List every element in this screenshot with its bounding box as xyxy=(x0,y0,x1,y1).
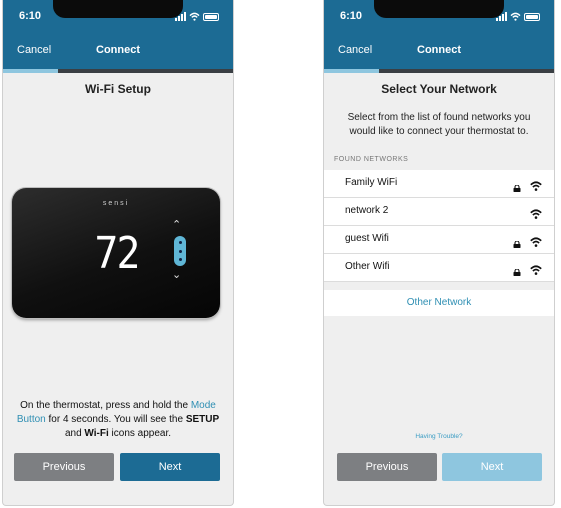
signal-icon xyxy=(175,12,186,21)
network-row[interactable]: Other Wifi xyxy=(324,254,554,282)
page-title: Select Your Network xyxy=(381,82,497,96)
select-network-screen: 6:10 Cancel Connect Select Your Network … xyxy=(323,0,555,506)
instr-setup-bold: SETUP xyxy=(185,414,220,425)
instr-text-1: On the thermostat, press and hold the xyxy=(20,400,191,411)
wifi-signal-icon xyxy=(530,178,542,191)
thermostat-brand: sensi xyxy=(102,200,130,207)
nav-bar: Cancel Connect xyxy=(3,33,233,69)
wifi-signal-icon xyxy=(530,234,542,247)
wifi-signal-icon xyxy=(530,206,542,219)
page-title: Wi-Fi Setup xyxy=(85,82,151,96)
instr-wifi-bold: Wi-Fi xyxy=(84,428,109,439)
next-button[interactable]: Next xyxy=(442,453,542,481)
battery-icon xyxy=(524,13,540,21)
signal-icon xyxy=(496,12,507,21)
wifi-status-icon xyxy=(510,12,521,21)
nav-title: Connect xyxy=(417,44,461,56)
lock-icon xyxy=(513,179,521,192)
chevron-down-icon: ⌄ xyxy=(172,269,182,281)
instr-text-3: and xyxy=(64,428,85,439)
thermostat-image: sensi 72 ⌃ ⌄ xyxy=(12,188,220,318)
notch xyxy=(53,0,183,18)
progress-fill xyxy=(324,69,380,73)
status-icons xyxy=(175,11,219,21)
lock-icon xyxy=(513,263,521,276)
nav-bar: Cancel Connect xyxy=(324,33,554,69)
network-name: Other Wifi xyxy=(345,261,390,272)
instr-text-2: for 4 seconds. You will see the xyxy=(45,414,186,425)
network-name: Family WiFi xyxy=(345,177,398,188)
network-name: guest Wifi xyxy=(345,233,389,244)
progress-bar xyxy=(324,69,554,73)
having-trouble-link[interactable]: Having Trouble? xyxy=(324,433,554,440)
page-subtitle: Select from the list of found networks y… xyxy=(347,112,531,137)
instr-button-highlight: Button xyxy=(16,414,46,425)
instructions-text: On the thermostat, press and hold the Mo… xyxy=(7,399,229,441)
found-networks-header: FOUND NETWORKS xyxy=(334,156,409,163)
chevron-up-icon: ⌃ xyxy=(172,219,182,231)
network-name: network 2 xyxy=(345,205,389,216)
instr-mode-highlight: Mode xyxy=(190,400,216,411)
network-row[interactable]: network 2 xyxy=(324,198,554,226)
wifi-status-icon xyxy=(189,12,200,21)
progress-fill xyxy=(3,69,59,73)
notch xyxy=(374,0,504,18)
thermostat-temperature: 72 xyxy=(94,228,140,279)
previous-button[interactable]: Previous xyxy=(337,453,437,481)
battery-icon xyxy=(203,13,219,21)
status-bar: 6:10 xyxy=(324,0,554,33)
progress-bar xyxy=(3,69,233,73)
network-row[interactable]: Family WiFi xyxy=(324,170,554,198)
lock-icon xyxy=(513,235,521,248)
network-list: Family WiFi network 2 guest Wifi Other Wifi xyxy=(324,170,554,282)
network-row[interactable]: guest Wifi xyxy=(324,226,554,254)
mode-button-icon xyxy=(174,236,186,266)
status-time: 6:10 xyxy=(340,10,363,22)
next-button[interactable]: Next xyxy=(120,453,220,481)
status-time: 6:10 xyxy=(19,10,42,22)
other-network-button[interactable]: Other Network xyxy=(324,290,554,316)
previous-button[interactable]: Previous xyxy=(14,453,114,481)
status-bar: 6:10 xyxy=(3,0,233,33)
nav-title: Connect xyxy=(96,44,140,56)
status-icons xyxy=(496,11,540,21)
instr-text-4: icons appear. xyxy=(108,428,172,439)
wifi-signal-icon xyxy=(530,262,542,275)
wifi-setup-screen: 6:10 Cancel Connect Wi-Fi Setup sensi 72… xyxy=(2,0,234,506)
